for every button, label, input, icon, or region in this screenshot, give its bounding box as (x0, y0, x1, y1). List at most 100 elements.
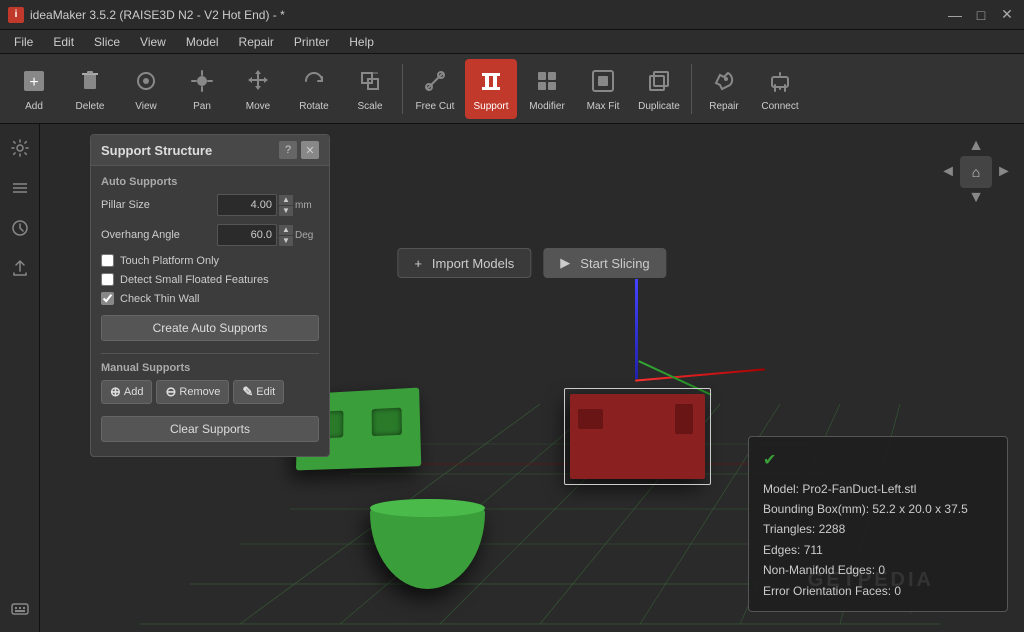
maxfit-icon (587, 65, 619, 97)
detect-small-row: Detect Small Floated Features (101, 273, 319, 286)
minimize-button[interactable]: — (946, 6, 964, 24)
pillar-size-up[interactable]: ▲ (279, 195, 293, 205)
support-help-button[interactable]: ? (279, 141, 297, 159)
overhang-angle-input[interactable] (217, 224, 277, 246)
sidebar-upload-icon[interactable] (4, 252, 36, 284)
tool-repair[interactable]: Repair (698, 59, 750, 119)
panel-divider (101, 353, 319, 354)
view-icon (130, 65, 162, 97)
menu-file[interactable]: File (4, 30, 43, 53)
pillar-size-input-group: ▲ ▼ mm (217, 194, 319, 216)
overhang-angle-unit: Deg (295, 230, 319, 241)
info-non-manifold: Non-Manifold Edges: 0 (763, 560, 993, 580)
pillar-size-label: Pillar Size (101, 199, 211, 211)
tool-add[interactable]: + Add (8, 59, 60, 119)
tool-rotate[interactable]: Rotate (288, 59, 340, 119)
menu-help[interactable]: Help (339, 30, 384, 53)
maximize-button[interactable]: □ (972, 6, 990, 24)
close-button[interactable]: ✕ (998, 6, 1016, 24)
add-circle-icon: ⊕ (110, 384, 121, 400)
toolbar-sep-1 (402, 64, 403, 114)
check-thin-wall-checkbox[interactable] (101, 292, 114, 305)
import-models-button[interactable]: +Import Models (397, 248, 531, 278)
nav-right-arrow[interactable]: ► (996, 164, 1012, 180)
title-controls: — □ ✕ (946, 6, 1016, 24)
title-bar: i ideaMaker 3.5.2 (RAISE3D N2 - V2 Hot E… (0, 0, 1024, 30)
main-area: ▲ ◄ ⌂ ► ▼ +Import Models ▶Start Slicing … (0, 124, 1024, 632)
axis-y (635, 279, 638, 379)
touch-platform-label: Touch Platform Only (120, 255, 219, 267)
pillar-size-input[interactable] (217, 194, 277, 216)
nav-left-arrow[interactable]: ◄ (940, 164, 956, 180)
menu-view[interactable]: View (130, 30, 176, 53)
manual-supports-label: Manual Supports (101, 362, 319, 374)
svg-text:+: + (29, 74, 38, 91)
info-error-orientation: Error Orientation Faces: 0 (763, 581, 993, 601)
tool-support[interactable]: Support (465, 59, 517, 119)
tool-view[interactable]: View (120, 59, 172, 119)
info-edges: Edges: 711 (763, 540, 993, 560)
manual-remove-button[interactable]: ⊖ Remove (156, 380, 229, 404)
scale-icon (354, 65, 386, 97)
check-thin-wall-row: Check Thin Wall (101, 292, 319, 305)
left-sidebar (0, 124, 40, 632)
touch-platform-checkbox[interactable] (101, 254, 114, 267)
delete-icon (74, 65, 106, 97)
repair-label: Repair (709, 101, 738, 112)
overhang-angle-spinners: ▲ ▼ (279, 225, 293, 246)
sidebar-history-icon[interactable] (4, 212, 36, 244)
action-bar: +Import Models ▶Start Slicing (397, 248, 666, 278)
sidebar-layers-icon[interactable] (4, 172, 36, 204)
support-close-button[interactable]: ✕ (301, 141, 319, 159)
menu-slice[interactable]: Slice (84, 30, 130, 53)
tool-maxfit[interactable]: Max Fit (577, 59, 629, 119)
support-panel: Support Structure ? ✕ Auto Supports Pill… (90, 134, 330, 457)
manual-edit-button[interactable]: ✎ Edit (233, 380, 284, 404)
clear-supports-button[interactable]: Clear Supports (101, 416, 319, 442)
nav-up-arrow[interactable]: ▲ (968, 138, 984, 154)
add-btn-label: Add (124, 386, 144, 398)
start-slicing-button[interactable]: ▶Start Slicing (543, 248, 666, 278)
create-auto-supports-button[interactable]: Create Auto Supports (101, 315, 319, 341)
remove-circle-icon: ⊖ (165, 384, 176, 400)
overhang-angle-down[interactable]: ▼ (279, 236, 293, 246)
tool-freecut[interactable]: Free Cut (409, 59, 461, 119)
menu-model[interactable]: Model (176, 30, 229, 53)
detect-small-checkbox[interactable] (101, 273, 114, 286)
connect-label: Connect (761, 101, 798, 112)
modifier-label: Modifier (529, 101, 565, 112)
add-icon: + (18, 65, 50, 97)
manual-add-button[interactable]: ⊕ Add (101, 380, 152, 404)
edit-btn-label: Edit (256, 386, 275, 398)
tool-pan[interactable]: Pan (176, 59, 228, 119)
view-label: View (135, 101, 157, 112)
sidebar-settings-icon[interactable] (4, 132, 36, 164)
tool-delete[interactable]: Delete (64, 59, 116, 119)
title-text: ideaMaker 3.5.2 (RAISE3D N2 - V2 Hot End… (30, 8, 285, 22)
viewport[interactable]: ▲ ◄ ⌂ ► ▼ +Import Models ▶Start Slicing … (40, 124, 1024, 632)
menu-repair[interactable]: Repair (229, 30, 284, 53)
tool-modifier[interactable]: Modifier (521, 59, 573, 119)
tool-scale[interactable]: Scale (344, 59, 396, 119)
menu-printer[interactable]: Printer (284, 30, 339, 53)
tool-move[interactable]: Move (232, 59, 284, 119)
menu-edit[interactable]: Edit (43, 30, 84, 53)
sidebar-keyboard-icon[interactable] (4, 592, 36, 624)
check-icon: ✔ (763, 447, 776, 474)
move-label: Move (246, 101, 270, 112)
pillar-size-down[interactable]: ▼ (279, 206, 293, 216)
nav-home-button[interactable]: ⌂ (960, 156, 992, 188)
pan-label: Pan (193, 101, 211, 112)
3d-object-red-box[interactable] (570, 394, 705, 479)
repair-icon (708, 65, 740, 97)
freecut-icon (419, 65, 451, 97)
pillar-size-row: Pillar Size ▲ ▼ mm (101, 194, 319, 216)
connect-icon (764, 65, 796, 97)
maxfit-label: Max Fit (587, 101, 620, 112)
tool-connect[interactable]: Connect (754, 59, 806, 119)
nav-middle-row: ◄ ⌂ ► (940, 156, 1012, 188)
nav-down-arrow[interactable]: ▼ (968, 190, 984, 206)
info-bounding-box: Bounding Box(mm): 52.2 x 20.0 x 37.5 (763, 499, 993, 519)
overhang-angle-up[interactable]: ▲ (279, 225, 293, 235)
tool-duplicate[interactable]: Duplicate (633, 59, 685, 119)
